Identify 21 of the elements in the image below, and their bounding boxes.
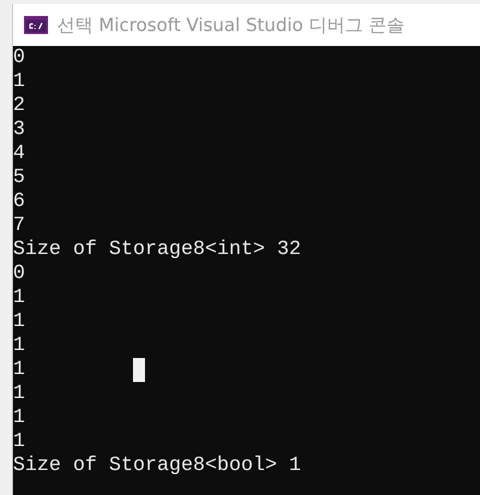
console-line: 2 bbox=[13, 94, 26, 117]
console-line: 1 bbox=[13, 430, 26, 453]
console-line: 1 bbox=[13, 406, 26, 429]
console-line: 0 bbox=[13, 262, 26, 285]
console-line: Size of Storage8<int> 32 bbox=[13, 238, 302, 261]
console-app-icon bbox=[24, 16, 48, 34]
console-line: 1 bbox=[13, 70, 26, 93]
console-line: Size of Storage8<bool> 1 bbox=[13, 454, 302, 477]
console-line: 6 bbox=[13, 190, 26, 213]
console-line: 1 bbox=[13, 334, 26, 357]
console-line: 1 bbox=[13, 286, 26, 309]
console-line: 5 bbox=[13, 166, 26, 189]
console-line: 0 bbox=[13, 46, 26, 69]
console-line: 1 bbox=[13, 310, 26, 333]
console-line: 3 bbox=[13, 118, 26, 141]
console-line: 1 bbox=[13, 358, 26, 381]
text-cursor bbox=[133, 358, 145, 382]
console-line: 7 bbox=[13, 214, 26, 237]
console-line: 4 bbox=[13, 142, 26, 165]
console-line: 1 bbox=[13, 382, 26, 405]
window-title: 선택 Microsoft Visual Studio 디버그 콘솔 bbox=[57, 14, 405, 37]
